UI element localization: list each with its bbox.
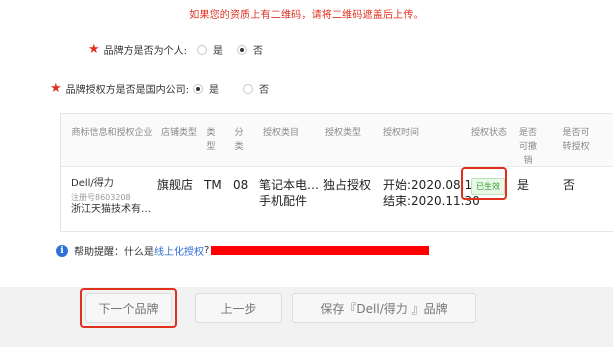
radio-circle-checked[interactable] [237,44,248,55]
radio-label: 是 [213,46,224,57]
domestic-company-label: 品牌授权方是否是国内公司: [65,85,190,96]
header-type: 类型 [206,128,216,152]
redaction-bar [211,246,430,255]
header-class: 分类 [234,128,244,152]
radio-circle-checked[interactable] [193,83,204,94]
shop-type: 旗舰店 [157,178,194,192]
save-brand-button[interactable]: 保存『Dell/得力 』品牌 [292,293,476,323]
class-number: 08 [233,178,249,192]
tip-suffix: ? [204,245,210,256]
personal-brand-question: ★ 品牌方是否为个人: 是 否 [88,41,263,58]
revocable-value: 是 [517,178,530,192]
upload-notice: 如果您的资质上有二维码，请将二维码遮盖后上传。 [189,10,424,21]
required-star: ★ [50,80,62,96]
header-auth-time: 授权时间 [382,128,419,138]
domestic-no-option[interactable]: 否 [243,81,269,96]
domestic-company-question: ★ 品牌授权方是否是国内公司: 是 否 [50,80,269,97]
help-tip: i 帮助提醒：什么是 线上化授权 ? [56,243,430,258]
online-auth-link[interactable]: 线上化授权 [154,243,204,258]
header-auth-type: 授权类型 [324,128,361,138]
tip-prefix: 帮助提醒：什么是 [74,247,154,258]
header-transferable: 是否可转授权 [562,128,590,152]
header-shop-type: 店铺类型 [160,128,197,138]
auth-type: 独占授权 [323,178,372,192]
personal-no-option[interactable]: 否 [237,42,263,57]
header-status: 授权状态 [470,128,507,138]
category-line2: 手机配件 [259,194,308,208]
category-line1: 笔记本电… [259,178,320,192]
header-revocable: 是否可撤销 [518,128,537,166]
personal-yes-option[interactable]: 是 [197,42,223,57]
next-brand-highlight-box [80,288,177,328]
info-icon: i [56,244,68,257]
required-star: ★ [88,41,100,57]
radio-label: 否 [253,46,264,57]
header-trademark: 商标信息和授权企业 [71,128,153,138]
trademark-type: TM [204,178,222,192]
personal-brand-label: 品牌方是否为个人: [103,46,188,57]
company-name: 浙江天猫技术有… [71,204,151,215]
prev-step-button[interactable]: 上一步 [195,293,282,323]
header-category: 授权类目 [262,128,299,138]
authorization-table: 商标信息和授权企业 店铺类型 类型 分类 授权类目 授权类型 授权时间 授权状态… [60,113,613,232]
table-header: 商标信息和授权企业 店铺类型 类型 分类 授权类目 授权类型 授权时间 授权状态… [61,114,613,167]
radio-label: 是 [209,85,220,96]
radio-circle[interactable] [243,83,254,94]
radio-circle[interactable] [197,44,208,55]
domestic-yes-option[interactable]: 是 [193,81,219,96]
transferable-value: 否 [563,178,576,192]
radio-label: 否 [259,85,270,96]
status-highlight-box [461,167,507,200]
brand-name: Dell/得力 [71,178,114,189]
